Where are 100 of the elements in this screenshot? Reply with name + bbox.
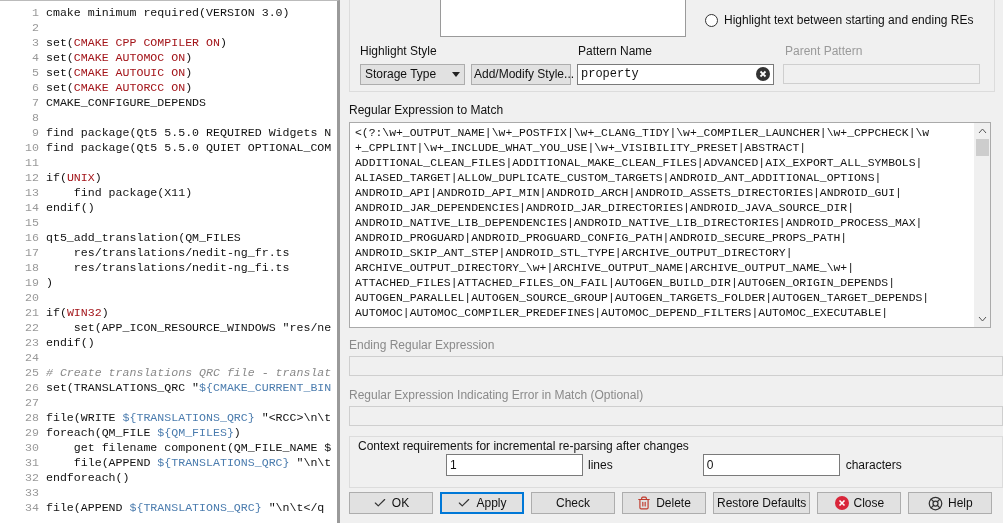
code-line: set(CMAKE AUTOUIC ON) [46, 65, 193, 80]
pattern-name-field[interactable]: property [577, 63, 774, 85]
characters-field[interactable]: 0 [702, 454, 840, 476]
regex-line: ARCHIVE_OUTPUT_DIRECTORY_\w+|ARCHIVE_OUTPUT_NAME|ARCHIVE_OUTPUT_NAME_\w+| [355, 261, 855, 276]
line-number: 22 [24, 320, 40, 335]
line-number: 24 [24, 350, 40, 365]
line-number: 31 [24, 455, 40, 470]
code-line: # Create translations QRC file - translat [46, 365, 332, 380]
code-line: if(WIN32) [46, 305, 109, 320]
code-line: get filename component(QM_FILE_NAME $ [72, 440, 332, 455]
code-line: file(WRITE ${TRANSLATIONS_QRC} "<RCC>\n\t [46, 410, 332, 425]
regex-line: AUTOMOC|AUTOMOC_COMPILER_PREDEFINES|AUTOMOC_DEPEND_FILTERS|AUTOMOC_EXECUTABLE| [355, 306, 890, 321]
field-label: Regular Expression to Match [349, 102, 505, 117]
scroll-thumb[interactable] [975, 139, 989, 156]
line-number: 13 [24, 185, 40, 200]
code-line: CMAKE_CONFIGURE_DEPENDS [46, 95, 207, 110]
regex-line: <(?:\w+_OUTPUT_NAME|\w+_POSTFIX|\w+_CLANG_TIDY|\w+_COMPILER_LAUNCHER|\w+_CPPCHECK|\w [355, 126, 931, 141]
line-number: 23 [24, 335, 40, 350]
code-line: foreach(QM_FILE ${QM_FILES}) [46, 425, 241, 440]
dialog-button[interactable]: Check [531, 492, 615, 514]
line-number: 25 [24, 365, 40, 380]
line-number: 18 [24, 260, 40, 275]
line-number: 5 [31, 65, 40, 80]
code-line: find package(Qt5 5.5.0 QUIET OPTIONAL_COM [46, 140, 332, 155]
field-label: Parent Pattern [785, 43, 863, 58]
style-dropdown[interactable]: Storage Type [360, 63, 465, 85]
code-line: res/translations/nedit-ng_fi.ts [72, 260, 290, 275]
regex-line: ANDROID_API|ANDROID_API_MIN|ANDROID_ARCH|ANDROID_ASSETS_DIRECTORIES|ANDROID_GUI| [355, 186, 903, 201]
characters-label: characters [845, 457, 902, 474]
regex-line: ANDROID_NATIVE_LIB_DEPENDENCIES|ANDROID_NATIVE_LIB_DIRECTORIES|ANDROID_PROCESS_MAX| [355, 216, 924, 231]
line-number: 30 [24, 440, 40, 455]
radio-button[interactable] [705, 13, 718, 27]
code-line: endif() [46, 200, 95, 215]
line-number: 2 [31, 20, 40, 35]
code-line: set(CMAKE CPP COMPILER ON) [46, 35, 227, 50]
line-number: 20 [24, 290, 40, 305]
dialog-button[interactable]: Delete [622, 492, 706, 514]
line-number: 4 [31, 50, 40, 65]
code-editor[interactable] [0, 0, 340, 523]
list-box[interactable] [440, 0, 686, 37]
line-number: 16 [24, 230, 40, 245]
regex-line: ATTACHED_FILES|ATTACHED_FILES_ON_FAIL|AUTOGEN_BUILD_DIR|AUTOGEN_ORIGIN_DEPENDS| [355, 276, 896, 291]
code-line: cmake minimum required(VERSION 3.0) [46, 5, 290, 20]
line-number: 10 [24, 140, 40, 155]
code-line: set(CMAKE AUTOMOC ON) [46, 50, 193, 65]
code-line: file(APPEND ${TRANSLATIONS_QRC} "\n\t</q [46, 500, 325, 515]
dialog-button[interactable]: Apply [440, 492, 524, 514]
line-number: 34 [24, 500, 40, 515]
field-label: Pattern Name [578, 43, 654, 58]
regex-line: +_CPPLINT|\w+_INCLUDE_WHAT_YOU_USE|\w+_VISIBILITY_PRESET|ABSTRACT| [355, 141, 808, 156]
dialog-button[interactable]: Restore Defaults [713, 492, 811, 514]
close-icon [834, 496, 849, 510]
scroll-down-icon[interactable] [977, 316, 987, 322]
line-number: 7 [31, 95, 40, 110]
regex-line: ADDITIONAL_CLEAN_FILES|ADDITIONAL_MAKE_CLEAN_FILES|ADVANCED|AIX_EXPORT_ALL_SYMBOLS| [355, 156, 924, 171]
regex-line: AUTOGEN_PARALLEL|AUTOGEN_SOURCE_GROUP|AUTOGEN_TARGETS_FOLDER|AUTOGEN_TARGET_DEPENDS| [355, 291, 931, 306]
scroll-up-icon[interactable] [977, 128, 987, 134]
regex-line: ALIASED_TARGET|ALLOW_DUPLICATE_CUSTOM_TARGETS|ANDROID_ANT_ADDITIONAL_OPTIONS| [355, 171, 883, 186]
line-number: 17 [24, 245, 40, 260]
line-number: 26 [24, 380, 40, 395]
dialog-button[interactable]: Help [908, 492, 993, 514]
code-line: file(APPEND ${TRANSLATIONS_QRC} "\n\t [72, 455, 332, 470]
line-number: 28 [24, 410, 40, 425]
code-line: endif() [46, 335, 95, 350]
regex-line: ANDROID_SKIP_ANT_STEP|ANDROID_STL_TYPE|ARCHIVE_OUTPUT_DIRECTORY| [355, 246, 794, 261]
add-modify-style-button[interactable]: Add/Modify Style... [471, 63, 571, 85]
regex-line: ANDROID_JAR_DEPENDENCIES|ANDROID_JAR_DIRECTORIES|ANDROID_JAVA_SOURCE_DIR| [355, 201, 855, 216]
clear-icon[interactable] [756, 67, 770, 81]
line-number: 21 [24, 305, 40, 320]
lines-field[interactable]: 1 [446, 454, 583, 476]
line-number: 15 [24, 215, 40, 230]
dialog-button[interactable]: Close [817, 492, 902, 514]
line-number: 3 [31, 35, 40, 50]
code-line: find package(Qt5 5.5.0 REQUIRED Widgets N [46, 125, 332, 140]
check-icon [372, 496, 387, 510]
trash-icon [637, 496, 652, 510]
line-number: 19 [24, 275, 40, 290]
code-line: set(APP_ICON_RESOURCE_WINDOWS "res/ne [72, 320, 332, 335]
group-title: Context requirements for incremental re-parsing after changes [358, 438, 690, 453]
scrollbar[interactable] [974, 123, 990, 327]
field-label: Highlight Style [360, 43, 438, 58]
code-line: res/translations/nedit-ng_fr.ts [72, 245, 290, 260]
regex-line: ANDROID_PROGUARD|ANDROID_PROGUARD_CONFIG_PATH|ANDROID_SECURE_PROPS_PATH| [355, 231, 849, 246]
dialog-button[interactable]: OK [349, 492, 433, 514]
code-line: if(UNIX) [46, 170, 102, 185]
code-line: find package(X11) [72, 185, 193, 200]
regex-text-area[interactable] [349, 122, 991, 328]
lines-label: lines [588, 457, 613, 474]
code-line: set(TRANSLATIONS_QRC "${CMAKE_CURRENT_BIN [46, 380, 332, 395]
check-icon [457, 496, 472, 510]
code-line: ) [46, 275, 53, 290]
line-number: 27 [24, 395, 40, 410]
line-number: 8 [31, 110, 40, 125]
caret-icon [452, 71, 460, 77]
lifebuoy-icon [928, 495, 944, 511]
line-number: 9 [31, 125, 40, 140]
line-number: 32 [24, 470, 40, 485]
line-number: 12 [24, 170, 40, 185]
code-line: endforeach() [46, 470, 130, 485]
line-number: 11 [24, 155, 40, 170]
